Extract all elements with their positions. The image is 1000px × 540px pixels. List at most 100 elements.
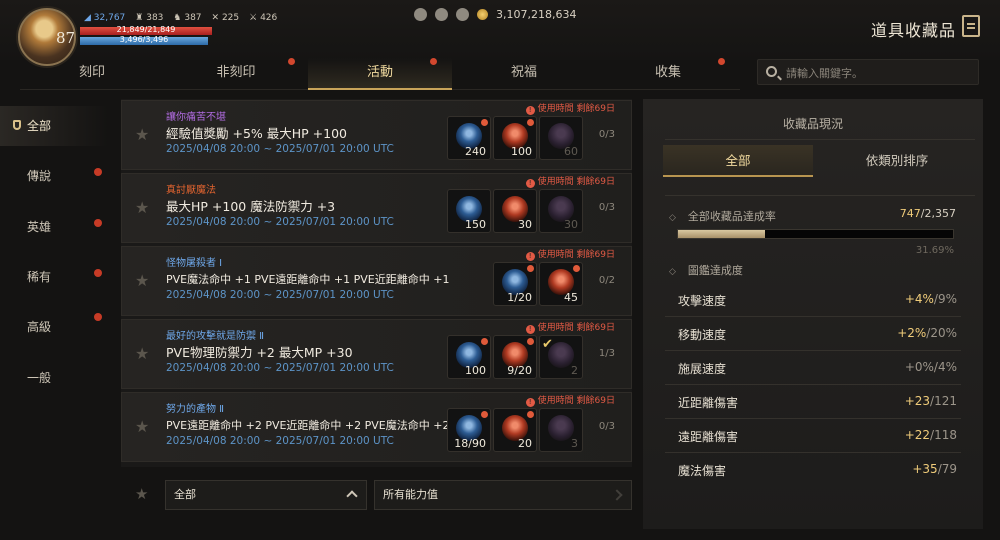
completion-percent: 31.69%: [915, 245, 954, 256]
time-remaining: ! 使用時間 剩餘69日: [525, 320, 615, 334]
collection-name: 最好的攻擊就是防禦 Ⅱ: [166, 331, 265, 342]
favorite-star-icon[interactable]: ★: [135, 198, 149, 217]
sidebar-item-common[interactable]: 一般: [0, 358, 108, 398]
grade-filter-select[interactable]: 全部: [165, 480, 367, 510]
sidebar-item-legendary[interactable]: 傳說: [0, 156, 108, 196]
favorite-filter-star-icon[interactable]: ★: [135, 485, 148, 503]
notification-dot: [430, 58, 437, 65]
stat-row-cast-speed: 施展速度 +0%/4%: [665, 351, 961, 385]
buff-icon-2[interactable]: [435, 8, 448, 21]
warning-icon: !: [525, 252, 535, 261]
warning-icon: !: [525, 398, 535, 407]
reward-slot[interactable]: 18/90: [447, 408, 491, 452]
tab-non-engraved[interactable]: 非刻印: [164, 58, 308, 90]
sidebar-item-hero[interactable]: 英雄: [0, 207, 108, 247]
notification-dot: [527, 119, 534, 126]
collection-item[interactable]: ★ 真討厭魔法 最大HP +100 魔法防禦力 +3 2025/04/08 20…: [121, 173, 632, 243]
completion-rate-label: 全部收藏品達成率: [677, 208, 776, 224]
page-title: 道具收藏品: [870, 21, 956, 40]
notification-dot: [718, 58, 725, 65]
collection-name: 怪物屠殺者 Ⅰ: [166, 258, 223, 269]
toggle-sort-by-category-button[interactable]: 依類別排序: [819, 145, 975, 177]
collection-period: 2025/04/08 20:00 ~ 2025/07/01 20:00 UTC: [166, 362, 394, 374]
mp-text: 3,496/3,496: [119, 35, 169, 44]
notification-dot: [481, 119, 488, 126]
collection-item[interactable]: ★ 最好的攻擊就是防禦 Ⅱ PVE物理防禦力 +2 最大MP +30 2025/…: [121, 319, 632, 389]
notification-dot: [527, 265, 534, 272]
collection-period: 2025/04/08 20:00 ~ 2025/07/01 20:00 UTC: [166, 143, 394, 155]
search-box[interactable]: [757, 59, 979, 85]
stat-combat-power: ◢ 32,767: [84, 13, 126, 23]
divider: [665, 195, 975, 196]
tab-blessing[interactable]: 祝福: [452, 58, 596, 90]
reward-slot[interactable]: 20: [493, 408, 537, 452]
tab-collect[interactable]: 收集: [596, 58, 740, 90]
notification-dot: [94, 269, 102, 277]
collection-list: ★ 讓你痛苦不堪 經驗值獎勵 +5% 最大HP +100 2025/04/08 …: [121, 99, 632, 467]
tab-engraved[interactable]: 刻印: [20, 58, 164, 90]
toggle-all-button[interactable]: 全部: [663, 145, 813, 177]
time-remaining: ! 使用時間 剩餘69日: [525, 247, 615, 261]
collection-item[interactable]: ★ 讓你痛苦不堪 經驗值獎勵 +5% 最大HP +100 2025/04/08 …: [121, 100, 632, 170]
reward-slot[interactable]: 1/20: [493, 262, 537, 306]
reward-slot[interactable]: 100: [493, 116, 537, 160]
collection-period: 2025/04/08 20:00 ~ 2025/07/01 20:00 UTC: [166, 435, 394, 447]
sidebar-item-rare[interactable]: 稀有: [0, 257, 108, 297]
hp-bar: 21,849/21,849: [80, 25, 212, 35]
collection-name: 讓你痛苦不堪: [166, 112, 226, 123]
reward-slot[interactable]: 240: [447, 116, 491, 160]
stat-row-move-speed: 移動速度 +2%/20%: [665, 317, 961, 351]
reward-slot[interactable]: 3: [539, 408, 583, 452]
sidebar-item-advanced[interactable]: 高級: [0, 307, 108, 347]
favorite-star-icon[interactable]: ★: [135, 271, 149, 290]
stat-2: ♜ 383: [135, 13, 164, 23]
stat-row-attack-speed: 攻擊速度 +4%/9%: [665, 283, 961, 317]
progress-count: 1/3: [598, 348, 615, 359]
search-icon: [766, 66, 777, 77]
divider: [665, 139, 975, 140]
reward-slot[interactable]: 100: [447, 335, 491, 379]
favorite-star-icon[interactable]: ★: [135, 344, 149, 363]
progress-count: 0/3: [598, 202, 615, 213]
collection-effect: PVE物理防禦力 +2 最大MP +30: [166, 345, 353, 360]
collection-name: 努力的產物 Ⅱ: [166, 404, 225, 415]
codex-label: 圖鑑達成度: [677, 262, 743, 278]
gold-amount: 3,107,218,634: [496, 8, 577, 21]
warning-icon: !: [525, 325, 535, 334]
view-toggle: 全部 依類別排序: [663, 145, 975, 177]
notification-dot: [481, 338, 488, 345]
favorite-star-icon[interactable]: ★: [135, 417, 149, 436]
reward-slot[interactable]: 60: [539, 116, 583, 160]
notification-dot: [573, 265, 580, 272]
completion-progress-bar: [677, 229, 954, 239]
progress-count: 0/3: [598, 421, 615, 432]
character-level: 87: [56, 29, 76, 47]
reward-slot[interactable]: 9/20: [493, 335, 537, 379]
character-stats: ◢ 32,767 ♜ 383 ♞ 387 ✕ 225 ⚔ 426: [84, 13, 277, 23]
tab-event[interactable]: 活動: [308, 58, 452, 90]
stat-row-melee-damage: 近距離傷害 +23/121: [665, 385, 961, 419]
search-input[interactable]: [786, 64, 971, 82]
sidebar-item-all[interactable]: 全部: [0, 106, 108, 146]
chevron-right-icon: [611, 489, 623, 501]
chevron-up-icon: [346, 490, 358, 502]
checkmark-icon: ✔: [542, 337, 553, 352]
collection-effect: PVE遠距離命中 +2 PVE近距離命中 +2 PVE魔法命中 +2: [166, 419, 450, 432]
stat-5: ⚔ 426: [249, 13, 278, 23]
reward-slot[interactable]: 30: [493, 189, 537, 233]
collection-item[interactable]: ★ 怪物屠殺者 Ⅰ PVE魔法命中 +1 PVE遠距離命中 +1 PVE近距離命…: [121, 246, 632, 316]
mp-bar: 3,496/3,496: [80, 35, 208, 45]
reward-slot[interactable]: 30: [539, 189, 583, 233]
ability-filter-select[interactable]: 所有能力值: [374, 480, 632, 510]
notification-dot: [94, 313, 102, 321]
buff-icon-3[interactable]: [456, 8, 469, 21]
buff-icon-1[interactable]: [414, 8, 427, 21]
collection-item[interactable]: ★ 努力的產物 Ⅱ PVE遠距離命中 +2 PVE近距離命中 +2 PVE魔法命…: [121, 392, 632, 462]
warning-icon: !: [525, 179, 535, 188]
exit-icon[interactable]: [962, 15, 980, 37]
reward-slot[interactable]: 45: [539, 262, 583, 306]
warning-icon: !: [525, 106, 535, 115]
reward-slot[interactable]: 150: [447, 189, 491, 233]
reward-slot[interactable]: ✔ 2: [539, 335, 583, 379]
favorite-star-icon[interactable]: ★: [135, 125, 149, 144]
